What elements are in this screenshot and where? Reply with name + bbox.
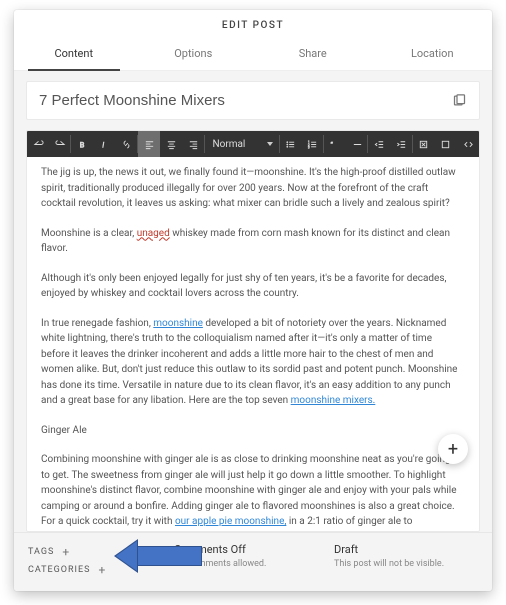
paragraph: The jig is up, the news it out, we final…	[41, 165, 461, 212]
list-ul-button[interactable]	[279, 131, 301, 157]
inline-link[interactable]: our apple pie moonshine,	[175, 516, 286, 527]
spelling-error: unaged	[137, 228, 170, 239]
quote-button[interactable]: “	[324, 131, 346, 157]
outdent-button[interactable]	[368, 131, 390, 157]
paragraph: Combining moonshine with ginger ale is a…	[41, 452, 461, 531]
format-select[interactable]: Normal	[205, 131, 279, 157]
paragraph: Moonshine is a clear, unaged whiskey mad…	[41, 226, 461, 257]
tab-share[interactable]: Share	[253, 39, 373, 70]
link-button[interactable]	[116, 131, 138, 157]
editor-content[interactable]: The jig is up, the news it out, we final…	[27, 157, 479, 531]
plus-icon: +	[98, 564, 106, 576]
comments-status[interactable]: Comments Off No comments allowed.	[168, 543, 318, 569]
status-sub: This post will not be visible.	[334, 559, 478, 569]
page-title: EDIT POST	[14, 10, 492, 39]
editor-toolbar: B I Normal 123 “	[27, 131, 479, 157]
paragraph: In true renegade fashion, moonshine deve…	[41, 316, 461, 409]
inline-link[interactable]: moonshine	[153, 318, 203, 329]
comments-heading: Comments Off	[174, 543, 318, 556]
status-heading: Draft	[334, 543, 478, 556]
svg-text:3: 3	[308, 145, 310, 149]
tab-options[interactable]: Options	[134, 39, 254, 70]
post-title-row	[26, 81, 480, 120]
clear-format-button[interactable]	[413, 131, 435, 157]
hr-button[interactable]	[346, 131, 368, 157]
add-block-button[interactable]: +	[438, 434, 468, 464]
categories-label: CATEGORIES	[28, 565, 90, 575]
plus-icon: +	[62, 546, 70, 558]
permalink-icon[interactable]	[451, 93, 467, 109]
tags-label: TAGS	[28, 547, 54, 557]
align-right-button[interactable]	[182, 131, 204, 157]
svg-text:I: I	[102, 140, 104, 149]
format-select-label: Normal	[213, 139, 246, 150]
svg-text:“: “	[331, 140, 334, 149]
align-left-button[interactable]	[138, 131, 160, 157]
inline-link[interactable]: moonshine mixers.	[291, 395, 376, 406]
tab-content[interactable]: Content	[14, 39, 134, 70]
tab-bar: Content Options Share Location	[14, 39, 492, 71]
editor-card: B I Normal 123 “	[26, 130, 480, 532]
redo-button[interactable]	[49, 131, 71, 157]
paragraph: Although it's only been enjoyed legally …	[41, 271, 461, 302]
tags-button[interactable]: TAGS +	[28, 543, 158, 561]
tab-location[interactable]: Location	[373, 39, 493, 70]
comments-sub: No comments allowed.	[174, 559, 318, 569]
categories-button[interactable]: CATEGORIES +	[28, 561, 158, 579]
indent-button[interactable]	[390, 131, 412, 157]
svg-text:B: B	[80, 140, 85, 149]
code-button[interactable]	[457, 131, 479, 157]
paragraph: Ginger Ale	[41, 423, 461, 439]
list-ol-button[interactable]: 123	[302, 131, 324, 157]
undo-button[interactable]	[27, 131, 49, 157]
italic-button[interactable]: I	[94, 131, 116, 157]
publish-status[interactable]: Draft This post will not be visible.	[328, 543, 478, 569]
footer-bar: TAGS + CATEGORIES + Comments Off No comm…	[14, 532, 492, 591]
bold-button[interactable]: B	[71, 131, 93, 157]
post-title-input[interactable]	[39, 92, 451, 109]
align-center-button[interactable]	[160, 131, 182, 157]
fullscreen-button[interactable]	[435, 131, 457, 157]
